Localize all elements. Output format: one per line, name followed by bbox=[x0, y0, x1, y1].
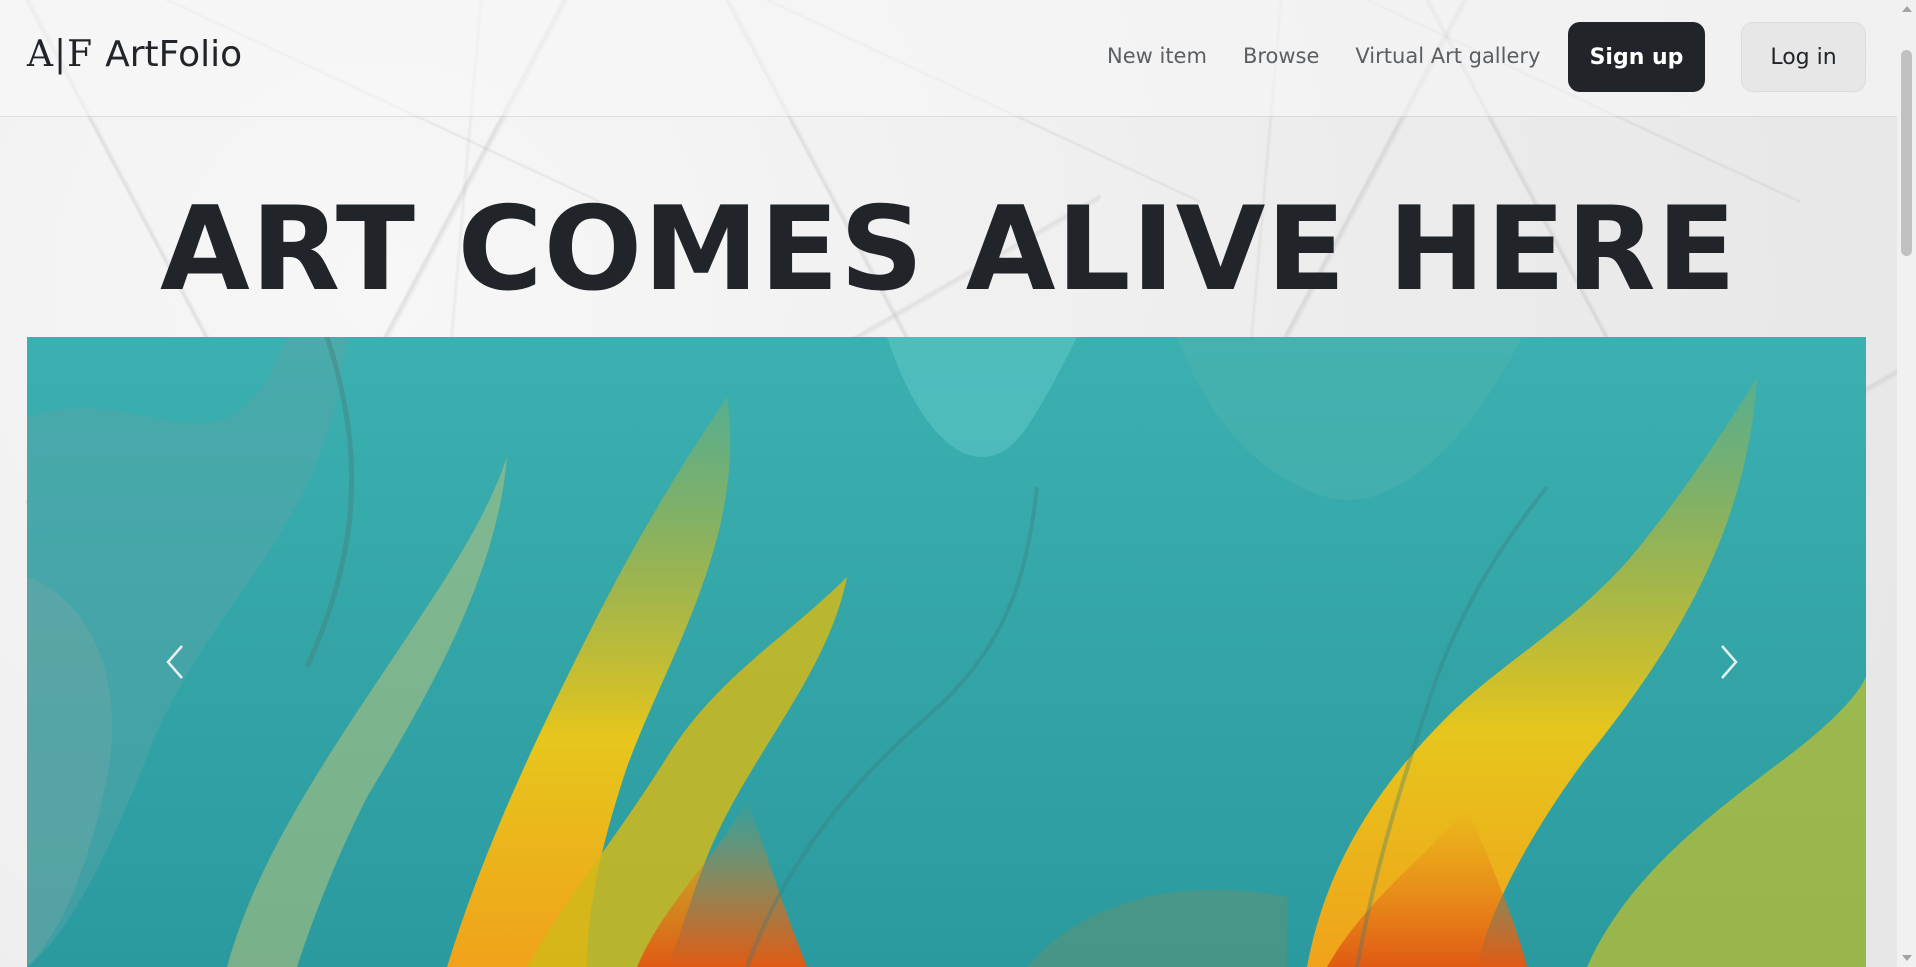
brand-mark: A|F bbox=[27, 34, 94, 75]
nav-link-browse[interactable]: Browse bbox=[1243, 44, 1319, 68]
vertical-scrollbar[interactable] bbox=[1897, 0, 1916, 967]
scrollbar-thumb[interactable] bbox=[1901, 50, 1912, 256]
scroll-down-arrow-icon[interactable] bbox=[1902, 955, 1912, 961]
sign-up-button[interactable]: Sign up bbox=[1568, 22, 1705, 92]
navbar: A|F ArtFolio New item Browse Virtual Art… bbox=[0, 0, 1897, 117]
scroll-up-arrow-icon[interactable] bbox=[1902, 6, 1912, 12]
hero-title: ART COMES ALIVE HERE bbox=[160, 182, 1737, 317]
chevron-left-icon bbox=[166, 645, 183, 679]
carousel-artwork-image bbox=[27, 337, 1866, 967]
nav-link-virtual-art-gallery[interactable]: Virtual Art gallery bbox=[1355, 44, 1540, 68]
chevron-right-icon bbox=[1721, 645, 1738, 679]
hero-carousel bbox=[27, 337, 1866, 967]
brand-name: ArtFolio bbox=[105, 34, 243, 75]
carousel-prev-button[interactable] bbox=[145, 622, 205, 702]
nav-link-new-item[interactable]: New item bbox=[1107, 44, 1207, 68]
brand-logo[interactable]: A|F ArtFolio bbox=[27, 34, 242, 75]
log-in-button[interactable]: Log in bbox=[1741, 22, 1866, 92]
nav-links: New item Browse Virtual Art gallery bbox=[1107, 44, 1540, 68]
carousel-next-button[interactable] bbox=[1699, 622, 1759, 702]
